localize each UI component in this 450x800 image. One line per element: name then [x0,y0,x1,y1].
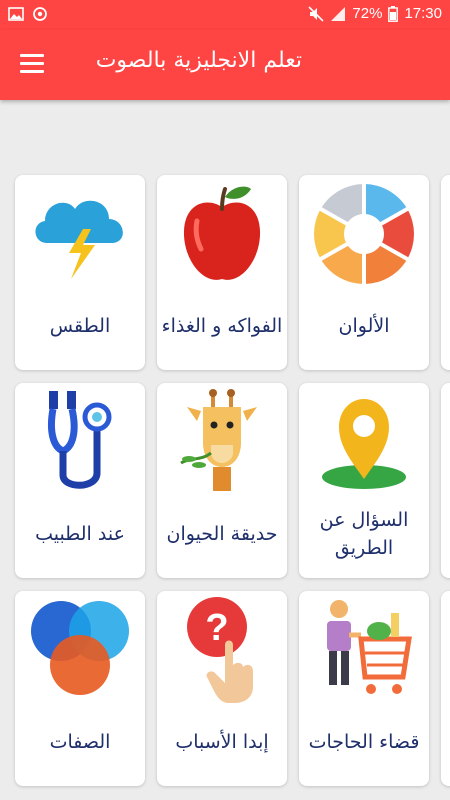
clock: 17:30 [404,5,442,22]
color-wheel-icon [314,182,414,286]
cloud-lightning-icon [35,200,123,279]
category-label: الصفات [49,731,111,753]
status-bar: 72% 17:30 [0,0,450,30]
battery-icon [388,5,399,22]
category-card-zoo[interactable]: حديقة الحيوان [157,383,287,578]
category-card-weather[interactable]: الطقس [15,175,145,370]
app-title: تعلم الانجليزية بالصوت [95,48,302,73]
category-label: الطقس [49,315,111,337]
category-label: السؤال عن الطريق [319,509,409,559]
venn-circles-icon [31,601,129,695]
battery-percentage: 72% [352,5,383,22]
giraffe-icon [180,389,257,491]
svg-text:?: ? [205,607,228,649]
category-card-fruits-food[interactable]: الفواكه و الغذاء [157,175,287,370]
category-card-errands[interactable]: قضاء الحاجات [299,591,429,786]
category-card-asking-directions[interactable]: السؤال عن الطريق [299,383,429,578]
signal-icon [331,6,346,21]
image-notification-icon [8,7,24,21]
category-label: الألوان [338,315,390,337]
sync-notification-icon [33,7,47,21]
category-card-partial[interactable] [441,383,450,578]
category-label: إبدا الأسباب [175,731,269,753]
question-hand-icon: ? [187,597,253,703]
category-card-adjectives[interactable]: الصفات [15,591,145,786]
category-card-partial[interactable] [441,591,450,786]
category-card-partial[interactable] [441,175,450,370]
apple-icon [183,186,261,280]
hamburger-menu-icon[interactable] [20,54,50,76]
category-grid: الألوان الفواكه و الغذاء الطقس السؤال عن… [0,100,450,800]
category-label: حديقة الحيوان [166,523,278,545]
category-card-colors[interactable]: الألوان [299,175,429,370]
map-pin-icon [322,399,406,489]
stethoscope-icon [47,391,112,489]
mute-icon [308,5,324,22]
category-label: قضاء الحاجات [308,731,420,753]
category-card-giving-reasons[interactable]: ? إبدا الأسباب [157,591,287,786]
app-bar: تعلم الانجليزية بالصوت [0,30,450,100]
category-card-doctor[interactable]: عند الطبيب [15,383,145,578]
category-label: الفواكه و الغذاء [161,315,283,337]
shopping-cart-icon [327,600,412,694]
category-label: عند الطبيب [35,523,125,545]
